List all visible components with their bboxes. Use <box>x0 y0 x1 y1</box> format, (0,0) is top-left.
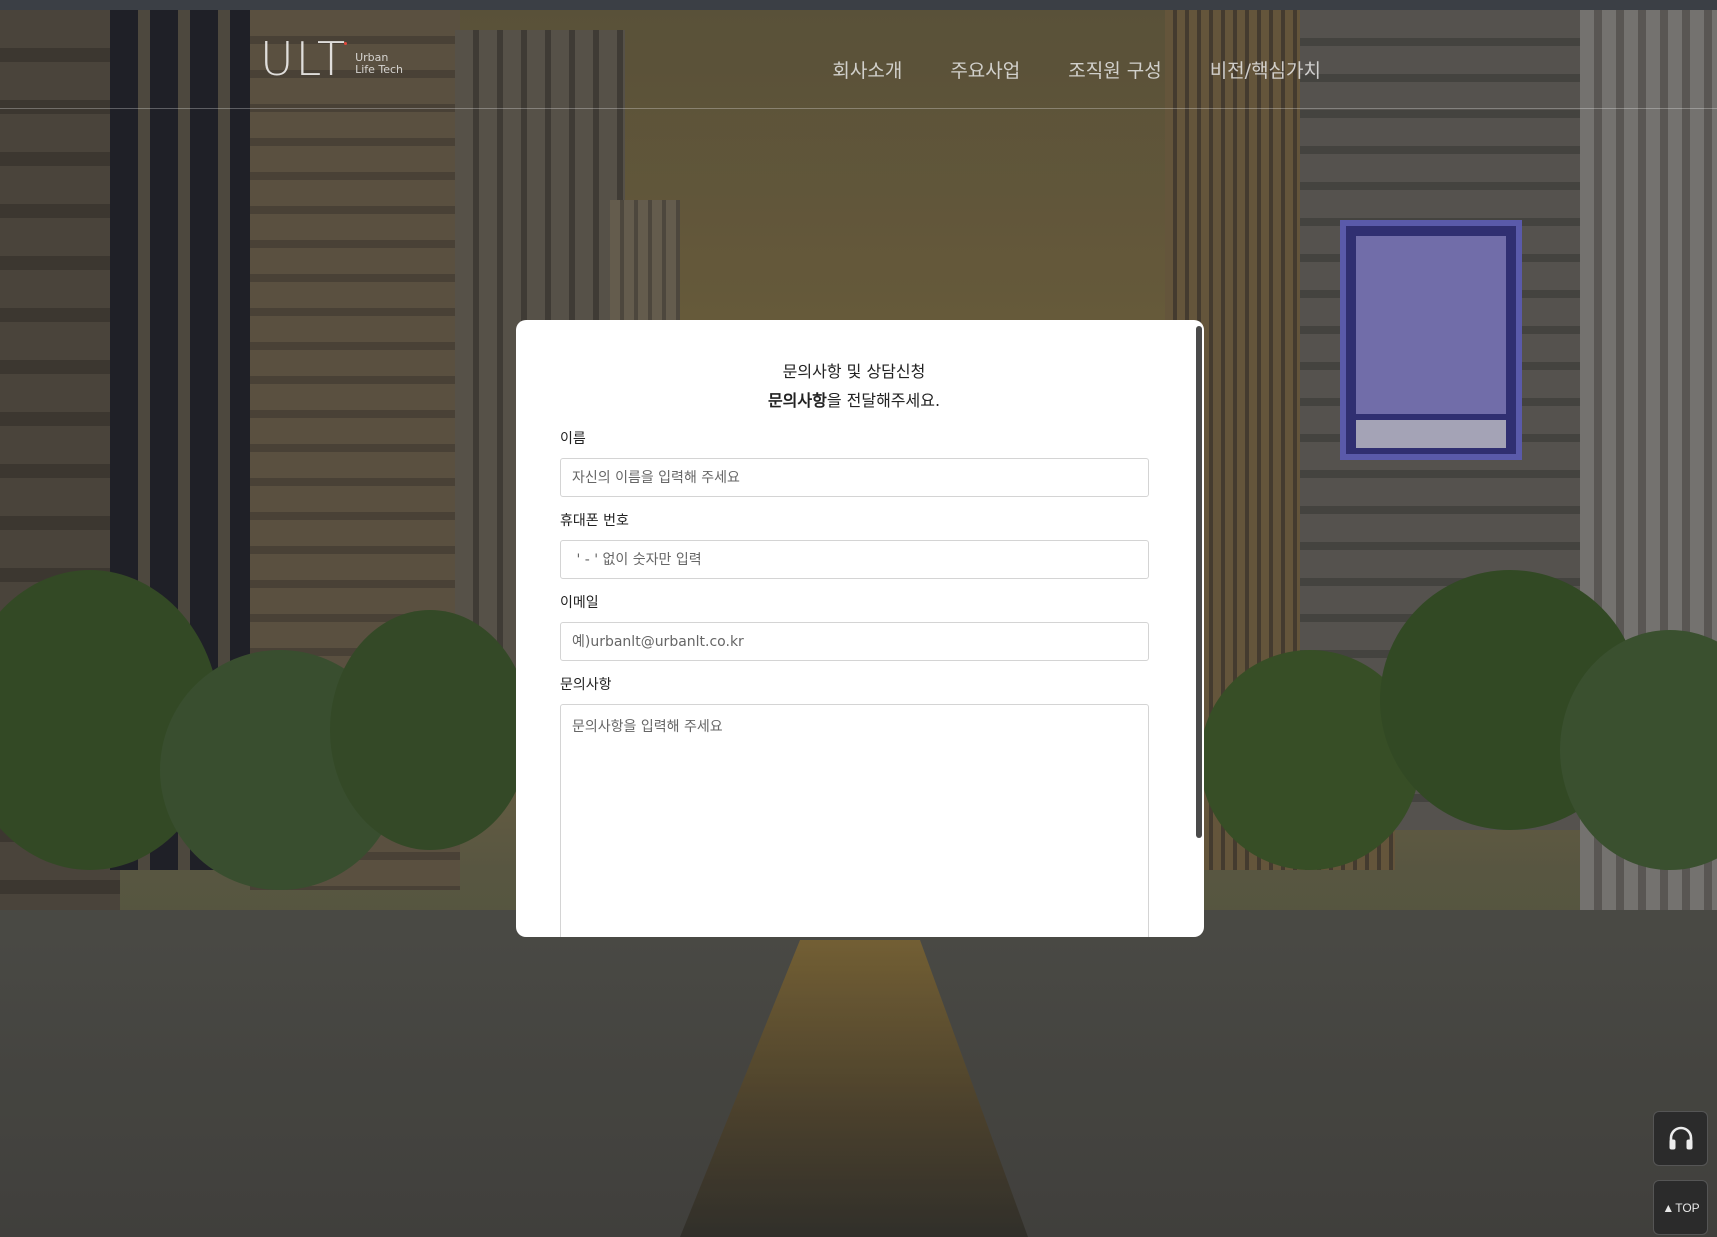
inquiry-textarea[interactable] <box>560 704 1149 937</box>
modal-title: 문의사항 및 상담신청 <box>782 362 926 381</box>
phone-label: 휴대폰 번호 <box>560 513 629 529</box>
name-input[interactable] <box>560 458 1149 497</box>
page: ULT Urban Life Tech 회사소개 주요사업 조직원 구성 비전/… <box>0 0 1717 1237</box>
top-label: TOP <box>1675 1200 1700 1215</box>
nav-item-vision[interactable]: 비전/핵심가치 <box>1210 56 1321 83</box>
modal-scrollbar[interactable] <box>1196 326 1202 838</box>
modal-subtitle-bold: 문의사항 <box>767 391 827 410</box>
logo[interactable]: ULT Urban Life Tech <box>260 36 403 82</box>
headset-icon <box>1669 1126 1692 1149</box>
arrow-up-icon: ▲ <box>1662 1200 1675 1215</box>
nav-item-company[interactable]: 회사소개 <box>832 56 902 83</box>
email-label: 이메일 <box>560 595 599 611</box>
modal-scroll-area[interactable]: 문의사항 및 상담신청 문의사항을 전달해주세요. 이름 휴대폰 번호 이메일 … <box>516 320 1204 937</box>
logo-subtitle: Urban Life Tech <box>355 52 403 76</box>
inquiry-modal: 문의사항 및 상담신청 문의사항을 전달해주세요. 이름 휴대폰 번호 이메일 … <box>516 320 1204 937</box>
inquiry-label: 문의사항 <box>560 677 612 693</box>
email-input[interactable] <box>560 622 1149 661</box>
nav-item-business[interactable]: 주요사업 <box>950 56 1020 83</box>
support-button[interactable] <box>1653 1111 1708 1166</box>
main-nav: 회사소개 주요사업 조직원 구성 비전/핵심가치 <box>832 56 1321 83</box>
phone-input[interactable] <box>560 540 1149 579</box>
name-label: 이름 <box>560 431 586 447</box>
scroll-top-button[interactable]: ▲ TOP <box>1653 1180 1708 1235</box>
logo-sub-line2: Life Tech <box>355 63 404 76</box>
browser-top-line <box>0 0 1717 10</box>
modal-subtitle: 문의사항을 전달해주세요. <box>560 389 1148 413</box>
nav-item-organization[interactable]: 조직원 구성 <box>1068 56 1161 83</box>
modal-subtitle-rest: 을 전달해주세요. <box>826 391 941 410</box>
site-header: ULT Urban Life Tech 회사소개 주요사업 조직원 구성 비전/… <box>0 10 1717 109</box>
logo-mark: ULT <box>260 32 348 86</box>
